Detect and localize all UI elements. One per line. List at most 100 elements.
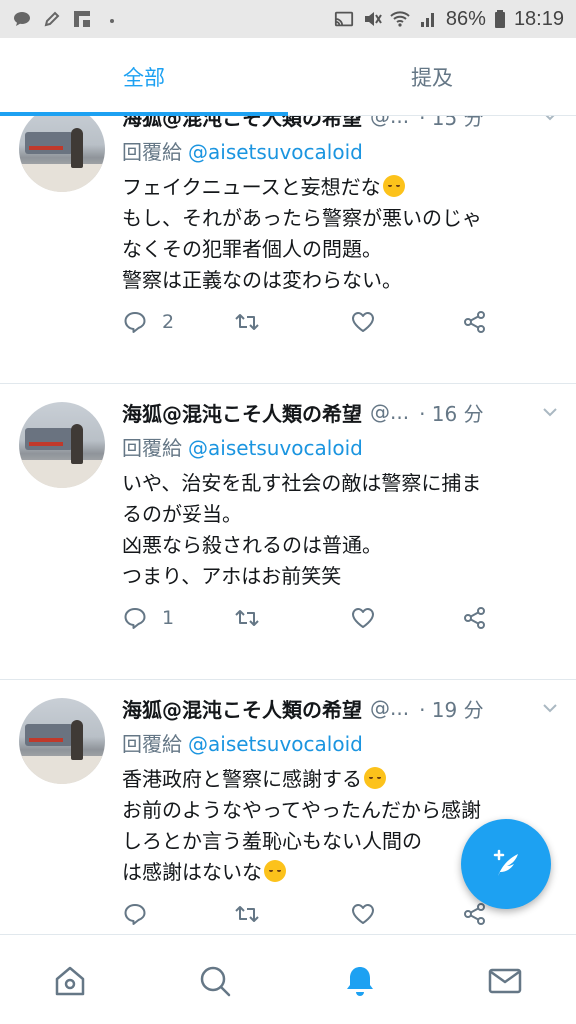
reply-icon	[124, 312, 146, 333]
tweet-text: フェイクニュースと妄想だな もし、それがあったら警察が悪いのじゃ なくその犯罪者…	[122, 172, 542, 296]
search-icon	[200, 966, 231, 997]
retweet-button[interactable]	[234, 306, 260, 338]
notifications-bell-icon	[347, 967, 373, 996]
status-bar: 86% 18:19	[0, 0, 576, 38]
retweet-icon	[235, 610, 259, 626]
nav-home[interactable]	[52, 963, 88, 999]
tweet-line: もし、それがあったら警察が悪いのじゃ	[122, 206, 482, 230]
tweet-line: 警察は正義なのは変わらない。	[122, 268, 402, 292]
share-icon	[464, 607, 485, 629]
mention-link[interactable]: @aisetsuvocaloid	[188, 140, 363, 164]
tweet-line: フェイクニュースと妄想だな	[122, 175, 381, 199]
reply-context: 回覆給 @aisetsuvocaloid	[122, 728, 363, 757]
share-button[interactable]	[462, 306, 488, 338]
tweet-time: · 19 分	[419, 697, 484, 722]
tweet-actions: 2	[122, 306, 522, 338]
like-button[interactable]	[350, 602, 376, 634]
tweet-actions	[122, 898, 522, 930]
reply-prefix: 回覆給	[122, 140, 182, 164]
reply-count: 1	[162, 607, 175, 629]
tweet-actions: 1	[122, 602, 522, 634]
reply-prefix: 回覆給	[122, 732, 182, 756]
avatar[interactable]	[19, 116, 105, 192]
nav-search[interactable]	[197, 963, 233, 999]
display-name[interactable]: 海狐@混沌こそ人類の希望	[122, 398, 362, 427]
reply-context: 回覆給 @aisetsuvocaloid	[122, 136, 363, 165]
nav-notifications[interactable]	[342, 963, 378, 999]
mention-link[interactable]: @aisetsuvocaloid	[188, 732, 363, 756]
compose-feather-icon	[493, 849, 518, 876]
reply-context: 回覆給 @aisetsuvocaloid	[122, 432, 363, 461]
wifi-icon	[390, 11, 410, 27]
signal-icon	[420, 13, 434, 27]
display-name[interactable]: 海狐@混沌こそ人類の希望	[122, 694, 362, 723]
reply-button[interactable]	[122, 898, 148, 930]
tweet-line: なくその犯罪者個人の問題。	[122, 237, 382, 261]
reply-count: 2	[162, 311, 175, 333]
messages-envelope-icon	[488, 968, 522, 994]
user-handle: @...	[370, 696, 410, 720]
display-name[interactable]: 海狐@混沌こそ人類の希望	[122, 116, 362, 131]
avatar[interactable]	[19, 698, 105, 784]
tweet-time: · 15 分	[419, 116, 484, 130]
retweet-button[interactable]	[234, 602, 260, 634]
avatar[interactable]	[19, 402, 105, 488]
notification-tabs: 全部 提及	[0, 38, 576, 116]
tweet-line: 香港政府と警察に感謝する	[122, 767, 362, 791]
pen-icon	[44, 11, 60, 27]
compose-tweet-button[interactable]	[461, 819, 551, 909]
user-handle: @...	[370, 400, 410, 424]
reply-button[interactable]: 2	[122, 306, 174, 338]
reply-prefix: 回覆給	[122, 436, 182, 460]
chat-bubble-icon	[14, 12, 30, 26]
tweet-time: · 16 分	[419, 401, 484, 426]
tweet-line: るのが妥当。	[122, 502, 242, 526]
nav-messages[interactable]	[487, 963, 523, 999]
tab-all[interactable]: 全部	[0, 38, 288, 115]
tweet-1[interactable]: 海狐@混沌こそ人類の希望 @... · 15 分 回覆給 @aisetsuvoca…	[0, 116, 576, 384]
mention-link[interactable]: @aisetsuvocaloid	[188, 436, 363, 460]
tweet-line: つまり、アホはお前笑笑	[122, 564, 342, 588]
dot-icon	[110, 19, 114, 23]
retweet-icon	[235, 314, 259, 330]
heart-icon	[352, 904, 374, 924]
tweet-header: 海狐@混沌こそ人類の希望 @... · 19 分	[122, 692, 562, 724]
tweet-line: いや、治安を乱す社会の敵は警察に捕ま	[122, 471, 482, 495]
cast-icon	[334, 11, 353, 27]
share-icon	[464, 903, 485, 925]
user-handle: @...	[370, 116, 410, 128]
reply-icon	[124, 608, 146, 629]
mute-icon	[364, 12, 382, 26]
chevron-down-icon[interactable]	[542, 116, 558, 124]
tweet-header: 海狐@混沌こそ人類の希望 @... · 16 分	[122, 396, 562, 428]
bottom-navigation	[0, 934, 576, 1024]
heart-icon	[352, 608, 374, 628]
tweet-2[interactable]: 海狐@混沌こそ人類の希望 @... · 16 分 回覆給 @aisetsuvoca…	[0, 384, 576, 680]
like-button[interactable]	[350, 306, 376, 338]
battery-icon	[494, 10, 505, 28]
like-button[interactable]	[350, 898, 376, 930]
reply-icon	[124, 904, 146, 925]
retweet-button[interactable]	[234, 898, 260, 930]
relieved-face-emoji-icon	[382, 175, 405, 197]
share-button[interactable]	[462, 602, 488, 634]
notification-feed[interactable]: 海狐@混沌こそ人類の希望 @... · 15 分 回覆給 @aisetsuvoca…	[0, 116, 576, 934]
tweet-line: お前のようなやってやったんだから感謝	[122, 798, 481, 822]
tab-mentions[interactable]: 提及	[288, 38, 576, 115]
tweet-text: いや、治安を乱す社会の敵は警察に捕ま るのが妥当。 凶悪なら殺されるのは普通。 …	[122, 468, 542, 592]
heart-icon	[352, 312, 374, 332]
chevron-down-icon[interactable]	[542, 404, 558, 420]
tweet-line: は感謝はないな	[122, 860, 262, 884]
share-icon	[464, 311, 485, 333]
relieved-face-emoji-icon	[264, 860, 286, 882]
chevron-down-icon[interactable]	[542, 700, 558, 716]
home-icon	[55, 966, 85, 996]
tweet-line: 凶悪なら殺されるのは普通。	[122, 533, 382, 557]
flipboard-icon	[74, 11, 90, 27]
clock: 18:19	[513, 7, 564, 30]
battery-percent: 86%	[445, 7, 486, 30]
relieved-face-emoji-icon	[364, 767, 386, 789]
reply-button[interactable]: 1	[122, 602, 174, 634]
retweet-icon	[235, 906, 259, 922]
tweet-header: 海狐@混沌こそ人類の希望 @... · 15 分	[122, 116, 562, 132]
